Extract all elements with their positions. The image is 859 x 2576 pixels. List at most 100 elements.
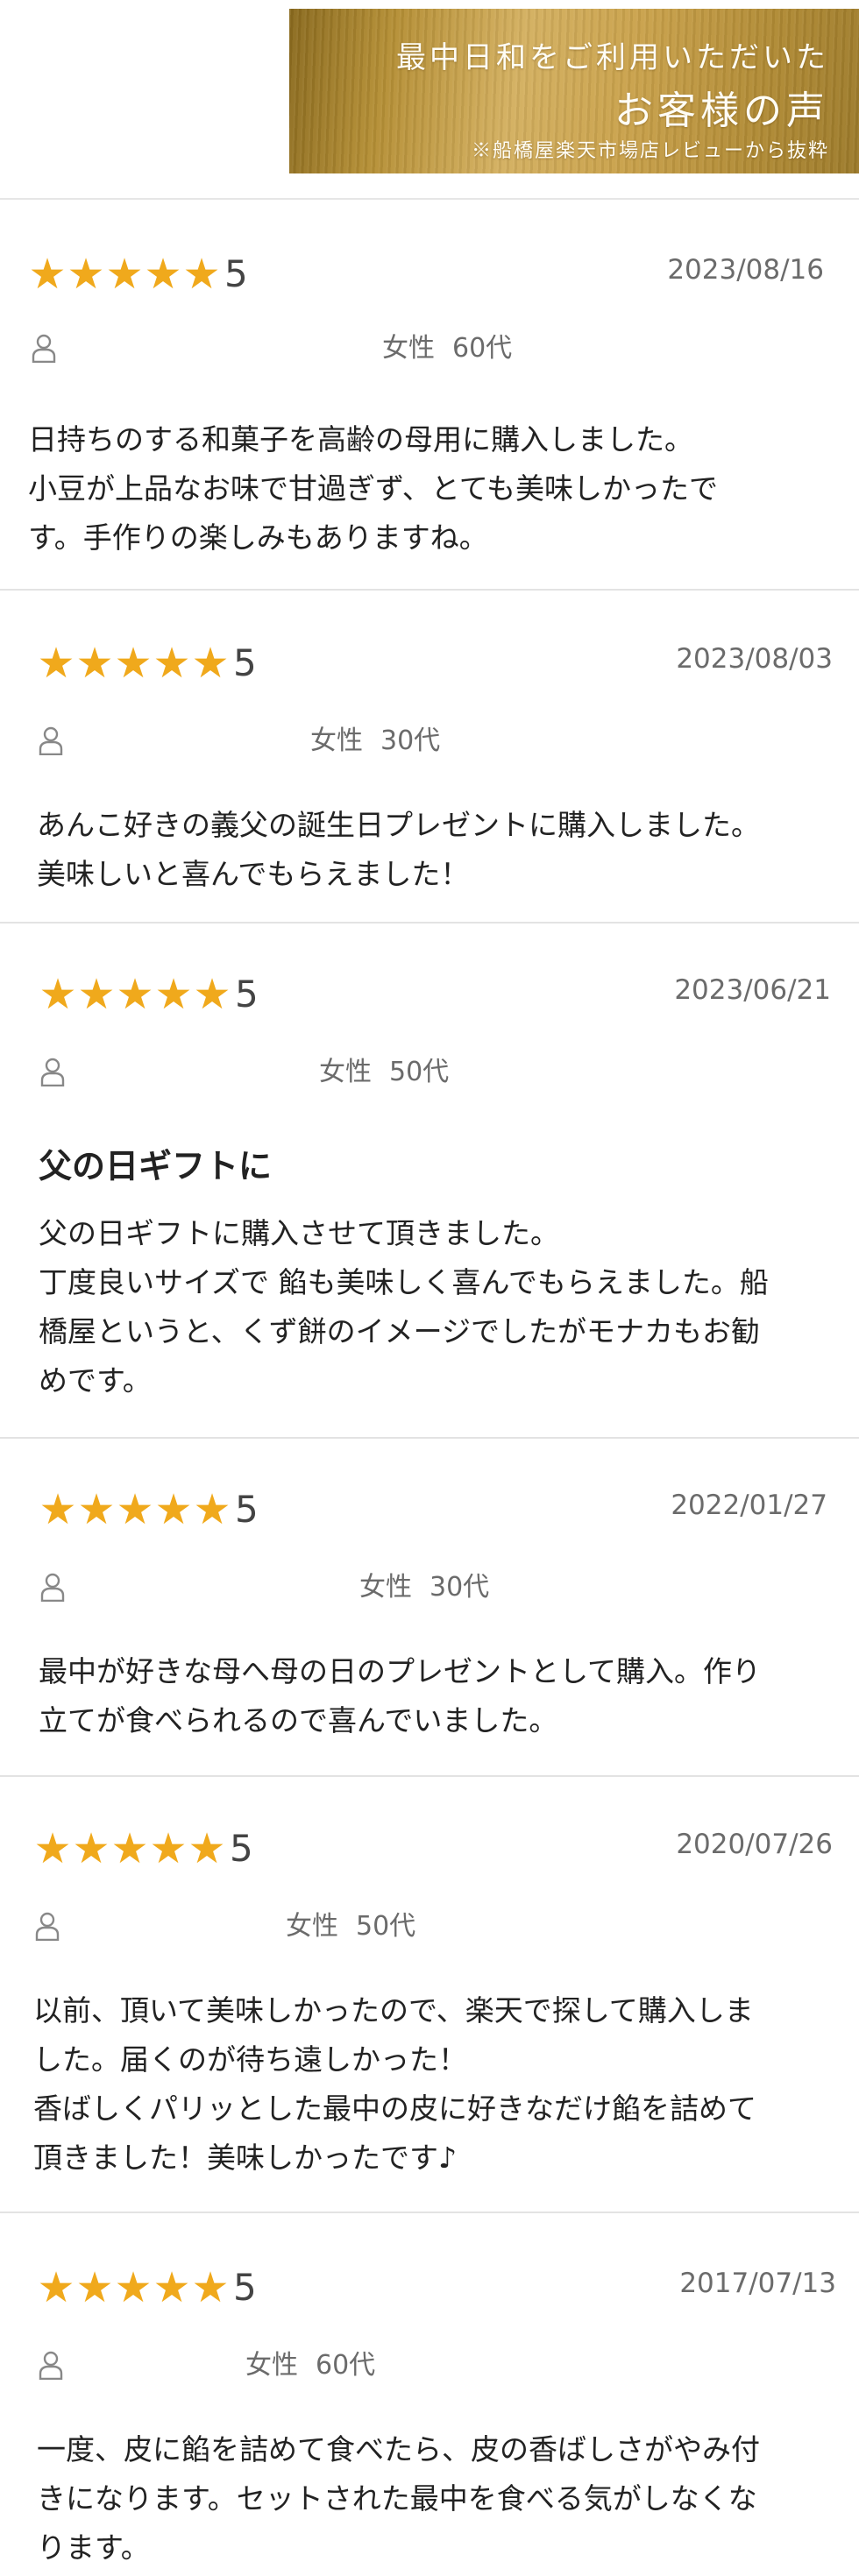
review-text-line: めです。 xyxy=(39,1363,152,1398)
review-text-line: 香ばしくパリッとした最中の皮に好きなだけ餡を詰めて xyxy=(33,2091,756,2126)
star-icon: ★ xyxy=(39,970,77,1019)
user-icon xyxy=(39,1572,67,1603)
reviewer-gender: 女性 xyxy=(319,1057,372,1087)
star-icon: ★ xyxy=(110,1824,149,1873)
star-rating: ★ ★ ★ ★ ★ 5 xyxy=(37,639,257,688)
star-icon: ★ xyxy=(116,970,154,1019)
star-rating: ★ ★ ★ ★ ★ 5 xyxy=(37,2263,257,2312)
review-divider xyxy=(0,1437,859,1439)
reviewer-gender: 女性 xyxy=(245,2350,298,2381)
review-text-line: ります。 xyxy=(37,2530,150,2565)
reviewer-gender: 女性 xyxy=(359,1572,412,1603)
review-text-line: あんこ好きの義父の誕生日プレゼントに購入しました。 xyxy=(37,808,760,842)
banner-line-1: 最中日和をご利用いただいた xyxy=(396,40,829,75)
user-icon xyxy=(33,1911,61,1942)
review-title: 父の日ギフトに xyxy=(39,1147,273,1185)
rating-score: 5 xyxy=(235,973,259,1016)
user-icon xyxy=(37,725,65,756)
review-text-line: きになります。セットされた最中を食べる気がしなくな xyxy=(37,2481,757,2516)
star-icon: ★ xyxy=(154,1485,193,1534)
review-body: 最中が好きな母へ母の日のプレゼントとして購入。作り 立てが食べられるので喜んでいま… xyxy=(39,1647,827,1745)
page-header: 最中日和をご利用いただいた お客様の声 ※船橋屋楽天市場店レビューから抜粋 xyxy=(0,0,859,200)
star-rating: ★ ★ ★ ★ ★ 5 xyxy=(28,250,248,299)
review-date: 2023/06/21 xyxy=(674,974,831,1006)
reviewer-attributes: 女性 60代 xyxy=(382,326,512,364)
star-icon: ★ xyxy=(114,639,153,688)
review-date: 2020/07/26 xyxy=(676,1829,833,1860)
star-icon: ★ xyxy=(37,2263,75,2312)
reviewer-gender: 女性 xyxy=(310,725,363,756)
star-icon: ★ xyxy=(193,970,231,1019)
reviewer-age: 50代 xyxy=(389,1057,450,1087)
star-icon: ★ xyxy=(67,250,105,299)
review-text-line: 丁度良いサイズで 餡も美味しく喜んでもらえました。船 xyxy=(39,1265,769,1299)
banner-note: ※船橋屋楽天市場店レビューから抜粋 xyxy=(471,140,829,162)
star-icon: ★ xyxy=(39,1485,77,1534)
review-body: 以前、頂いて美味しかったので、楽天で探して購入しま した。届くのが待ち遠しかった！… xyxy=(33,1986,822,2183)
reviewer-age: 60代 xyxy=(316,2350,376,2381)
review-text-line: す。手作りの楽しみもありますね。 xyxy=(28,520,488,555)
review-text-line: 立てが食べられるので喜んでいました。 xyxy=(39,1703,558,1737)
star-icon: ★ xyxy=(75,639,114,688)
review-date: 2023/08/03 xyxy=(676,643,833,675)
star-icon: ★ xyxy=(153,2263,191,2312)
review-text-line: 父の日ギフトに購入させて頂きました。 xyxy=(39,1216,559,1250)
customer-voice-banner: 最中日和をご利用いただいた お客様の声 ※船橋屋楽天市場店レビューから抜粋 xyxy=(289,9,859,173)
reviewer-age: 30代 xyxy=(430,1572,490,1603)
review-body: 父の日ギフトに購入させて頂きました。丁度良いサイズで 餡も美味しく喜んでもらえま… xyxy=(39,1209,827,1405)
star-icon: ★ xyxy=(105,250,144,299)
star-icon: ★ xyxy=(193,1485,231,1534)
review-text-line: した。届くのが待ち遠しかった！ xyxy=(33,2042,467,2077)
rating-score: 5 xyxy=(233,2266,257,2309)
review-body: 一度、皮に餡を詰めて食べたら、皮の香ばしさがやみ付 きになります。セットされた最中… xyxy=(37,2425,826,2572)
star-icon: ★ xyxy=(182,250,221,299)
star-icon: ★ xyxy=(75,2263,114,2312)
rating-score: 5 xyxy=(224,252,248,295)
reviewer-gender: 女性 xyxy=(382,333,435,364)
review-date: 2017/07/13 xyxy=(679,2268,836,2299)
star-icon: ★ xyxy=(37,639,75,688)
review-text-line: 橋屋というと、くず餅のイメージでしたがモナカもお勧 xyxy=(39,1314,761,1348)
star-icon: ★ xyxy=(116,1485,154,1534)
review-date: 2022/01/27 xyxy=(671,1490,827,1521)
review-text-line: 一度、皮に餡を詰めて食べたら、皮の香ばしさがやみ付 xyxy=(37,2432,760,2466)
rating-score: 5 xyxy=(233,641,257,684)
review-text-line: 日持ちのする和菓子を高齢の母用に購入しました。 xyxy=(28,422,693,456)
header-divider xyxy=(0,198,859,200)
star-rating: ★ ★ ★ ★ ★ 5 xyxy=(33,1824,253,1873)
review-text-line: 美味しいと喜んでもらえました！ xyxy=(37,857,470,891)
star-icon: ★ xyxy=(28,250,67,299)
user-icon xyxy=(37,2350,65,2381)
review-divider xyxy=(0,589,859,591)
review-date: 2023/08/16 xyxy=(667,254,824,286)
star-rating: ★ ★ ★ ★ ★ 5 xyxy=(39,1485,258,1534)
review-text-line: 以前、頂いて美味しかったので、楽天で探して購入しま xyxy=(33,1993,754,2028)
star-icon: ★ xyxy=(191,2263,230,2312)
review-divider xyxy=(0,922,859,924)
user-icon xyxy=(39,1057,67,1087)
review-body: 日持ちのする和菓子を高齢の母用に購入しました。 小豆が上品なお味で甘過ぎず、とても… xyxy=(28,415,817,563)
reviewer-attributes: 女性 50代 xyxy=(286,1904,415,1943)
rating-score: 5 xyxy=(230,1827,253,1870)
reviewer-age: 60代 xyxy=(452,333,513,364)
star-icon: ★ xyxy=(144,250,182,299)
reviewer-gender: 女性 xyxy=(286,1911,338,1942)
star-icon: ★ xyxy=(72,1824,110,1873)
star-icon: ★ xyxy=(149,1824,188,1873)
star-icon: ★ xyxy=(114,2263,153,2312)
reviewer-attributes: 女性 30代 xyxy=(310,718,440,757)
reviewer-age: 30代 xyxy=(380,725,441,756)
user-icon xyxy=(30,333,58,364)
review-text-line: 小豆が上品なお味で甘過ぎず、とても美味しかったで xyxy=(28,471,719,506)
star-icon: ★ xyxy=(33,1824,72,1873)
star-icon: ★ xyxy=(188,1824,226,1873)
review-divider xyxy=(0,1775,859,1777)
reviewer-attributes: 女性 30代 xyxy=(359,1565,489,1603)
star-icon: ★ xyxy=(191,639,230,688)
reviewer-attributes: 女性 60代 xyxy=(245,2343,375,2381)
review-divider xyxy=(0,2212,859,2213)
star-icon: ★ xyxy=(77,1485,116,1534)
review-text-line: 頂きました！美味しかったです♪ xyxy=(33,2141,458,2175)
star-icon: ★ xyxy=(153,639,191,688)
reviewer-attributes: 女性 50代 xyxy=(319,1050,449,1088)
